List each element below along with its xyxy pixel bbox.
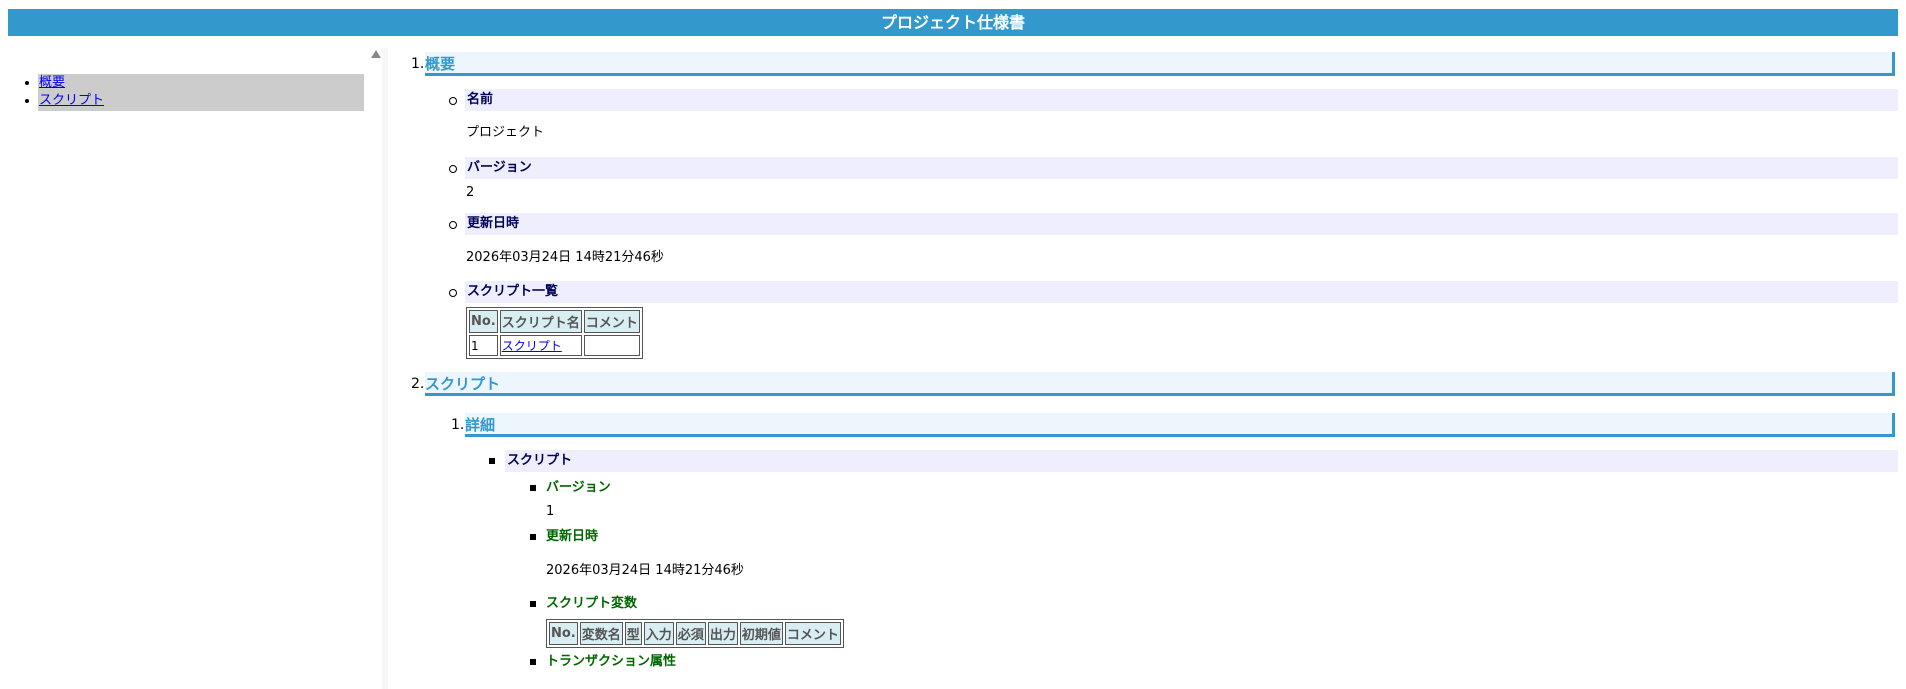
table-header-row: No. スクリプト名 コメント <box>469 310 640 333</box>
script-link[interactable]: スクリプト <box>502 339 562 353</box>
heading-script-version: バージョン <box>546 480 611 495</box>
table-header-cell: 入力 <box>643 622 674 645</box>
collapse-arrow-icon[interactable] <box>371 50 381 58</box>
bullet-circle <box>449 97 457 105</box>
table-header-cell: コメント <box>784 622 841 645</box>
bullet-square <box>530 659 536 665</box>
heading-updated: 更新日時 <box>465 213 1898 235</box>
heading-transaction: トランザクション属性 <box>546 654 677 669</box>
name-value: プロジェクト <box>466 125 545 140</box>
bullet-square <box>530 485 536 491</box>
bullet-square <box>530 601 536 607</box>
toc-item-overview: 概要 <box>39 74 382 92</box>
bullet-circle <box>449 289 457 297</box>
table-row: 1 スクリプト <box>469 335 640 356</box>
toc-list: 概要 スクリプト <box>8 62 382 110</box>
bullet-square <box>489 458 495 464</box>
heading-version: バージョン <box>465 157 1898 179</box>
script-updated-value: 2026年03月24日 14時21分46秒 <box>546 563 744 578</box>
sidebar: 概要 スクリプト <box>8 48 388 689</box>
table-header-cell: 出力 <box>707 622 738 645</box>
heading-script-item: スクリプト <box>505 450 1898 472</box>
subsection-heading-detail: 詳細 <box>465 413 1895 437</box>
toc-link-script[interactable]: スクリプト <box>39 93 104 108</box>
bullet-circle <box>449 165 457 173</box>
section-heading-script: スクリプト <box>425 372 1895 396</box>
script-vars-table: No. 変数名 型 入力 必須 出力 初期値 コメント <box>546 619 844 648</box>
heading-script-vars: スクリプト変数 <box>546 596 638 611</box>
table-header-cell: スクリプト名 <box>499 310 582 333</box>
bullet-square <box>530 534 536 540</box>
script-version-value: 1 <box>546 504 555 519</box>
section-number: 2. <box>411 376 425 392</box>
table-header-cell: No. <box>549 622 578 645</box>
table-header-cell: 型 <box>624 622 642 645</box>
table-header-cell: コメント <box>583 310 640 333</box>
heading-script-list: スクリプト一覧 <box>465 281 1898 303</box>
table-cell: 1 <box>469 335 498 356</box>
table-cell <box>583 335 640 356</box>
heading-name: 名前 <box>465 89 1898 111</box>
toc-item-script: スクリプト <box>39 92 382 110</box>
bullet-circle <box>449 221 457 229</box>
table-header-row: No. 変数名 型 入力 必須 出力 初期値 コメント <box>549 622 841 645</box>
subsection-number: 1. <box>451 417 465 433</box>
script-list-table: No. スクリプト名 コメント 1 スクリプト <box>466 307 643 359</box>
heading-script-updated: 更新日時 <box>546 529 599 544</box>
section-number: 1. <box>411 56 425 72</box>
table-header-cell: 必須 <box>675 622 706 645</box>
table-header-cell: 変数名 <box>579 622 623 645</box>
toc-link-overview[interactable]: 概要 <box>39 75 65 90</box>
table-cell: スクリプト <box>499 335 582 356</box>
table-header-cell: 初期値 <box>739 622 783 645</box>
updated-value: 2026年03月24日 14時21分46秒 <box>466 250 664 265</box>
page-title: プロジェクト仕様書 <box>8 9 1898 36</box>
table-header-cell: No. <box>469 310 498 333</box>
version-value: 2 <box>466 185 475 200</box>
section-heading-overview: 概要 <box>425 52 1895 76</box>
